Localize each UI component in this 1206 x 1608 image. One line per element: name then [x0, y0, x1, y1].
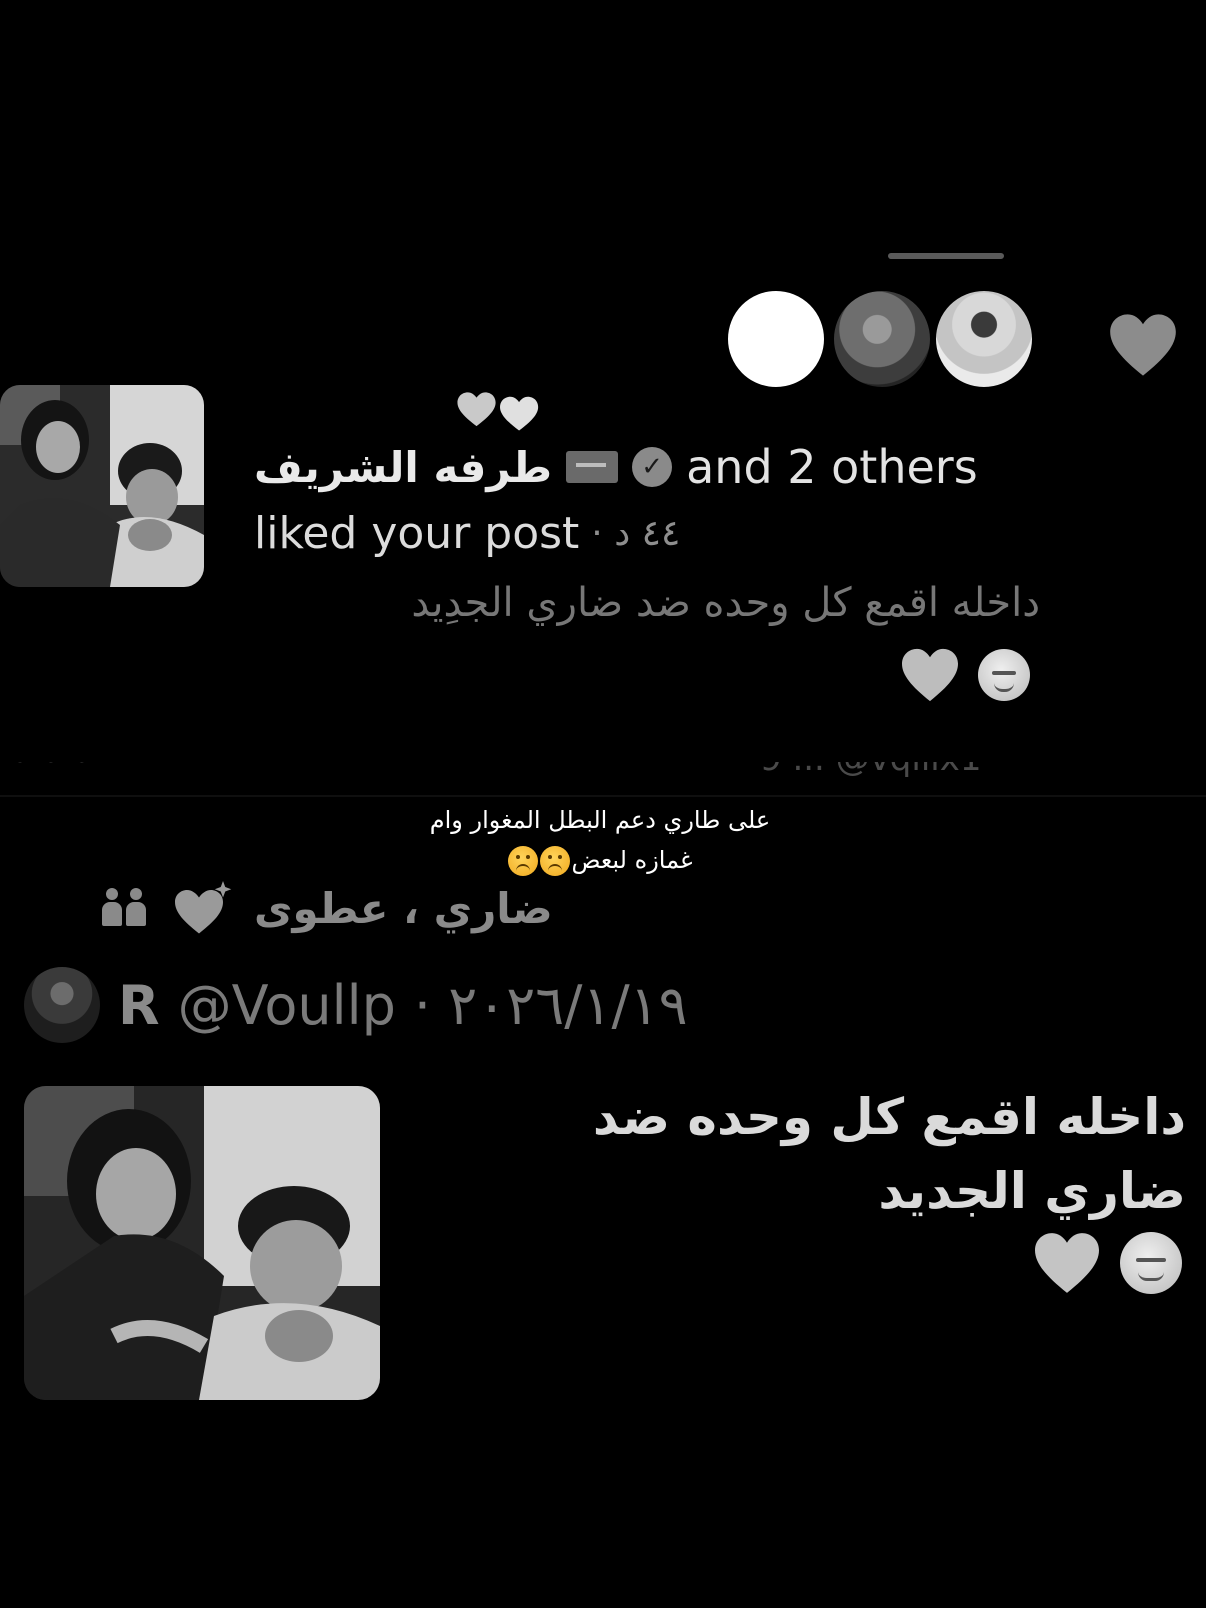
action-text: liked your post	[254, 507, 580, 559]
flag-icon	[566, 451, 619, 483]
frowning-face-icon	[508, 846, 539, 876]
author-avatar[interactable]	[24, 967, 100, 1043]
tweet-text: داخله اقمع كل وحده ضد ضاري الجديد	[592, 1088, 1186, 1220]
cut-off-handle: 9 ... @vqiiix1	[760, 762, 981, 782]
people-icon	[100, 888, 150, 928]
smirk-face-icon	[978, 649, 1030, 701]
liker-avatar-2[interactable]	[830, 287, 934, 391]
tweet-display-name-row: ضاري ، عطوى	[100, 878, 553, 938]
display-name[interactable]: ضاري ، عطوى	[254, 884, 553, 933]
smirk-face-icon	[1120, 1232, 1182, 1294]
notification-time: · ٤٤ د	[591, 512, 681, 554]
story-caption: على طاري دعم البطل المغوار وام غمازه لبع…	[360, 800, 840, 880]
heart-icon	[902, 648, 958, 702]
heart-icon	[1035, 1233, 1099, 1293]
author-handle[interactable]: @Voullp	[178, 974, 396, 1037]
tweet-author-row: R @Voullp · ٢٠٢٦/١/١٩	[24, 966, 688, 1044]
heart-icon	[1110, 314, 1176, 376]
caption-line-1: على طاري دعم البطل المغوار وام	[429, 806, 771, 834]
liker-name[interactable]: طرفه الشريف	[254, 443, 552, 492]
tweet-emojis	[1032, 1226, 1182, 1300]
author-name[interactable]: R	[118, 974, 160, 1037]
liker-avatar-1[interactable]	[724, 287, 828, 391]
section-divider	[0, 795, 1206, 797]
sparkling-heart-icon	[175, 881, 232, 934]
tweet-date: · ٢٠٢٦/١/١٩	[413, 973, 688, 1037]
couple-photo	[0, 385, 204, 587]
couple-photo	[24, 1086, 380, 1400]
tweet-media[interactable]	[24, 1086, 380, 1400]
excerpt-emojis	[900, 640, 1030, 710]
cut-off-row: • • • 9 ... @vqiiix1	[0, 762, 1206, 782]
frowning-face-icon	[540, 846, 571, 876]
top-divider-bar	[888, 253, 1004, 259]
two-hearts-icon	[457, 392, 539, 431]
notification-header: طرفه الشريف ✓ and 2 others	[254, 440, 978, 494]
liked-post-excerpt[interactable]: داخله اقمع كل وحده ضد ضاري الجدِيد	[280, 580, 1040, 640]
cut-off-dots: • • •	[10, 762, 92, 782]
post-thumbnail[interactable]	[0, 385, 204, 587]
caption-line-2-row: غمازه لبعض	[360, 840, 840, 880]
liker-avatars[interactable]	[724, 287, 1036, 397]
verified-badge-icon: ✓	[632, 447, 673, 487]
others-count[interactable]: and 2 others	[686, 440, 978, 494]
liker-avatar-3[interactable]	[932, 287, 1036, 391]
caption-line-2: غمازه لبعض	[571, 846, 693, 874]
notification-action: liked your post · ٤٤ د	[254, 505, 680, 561]
